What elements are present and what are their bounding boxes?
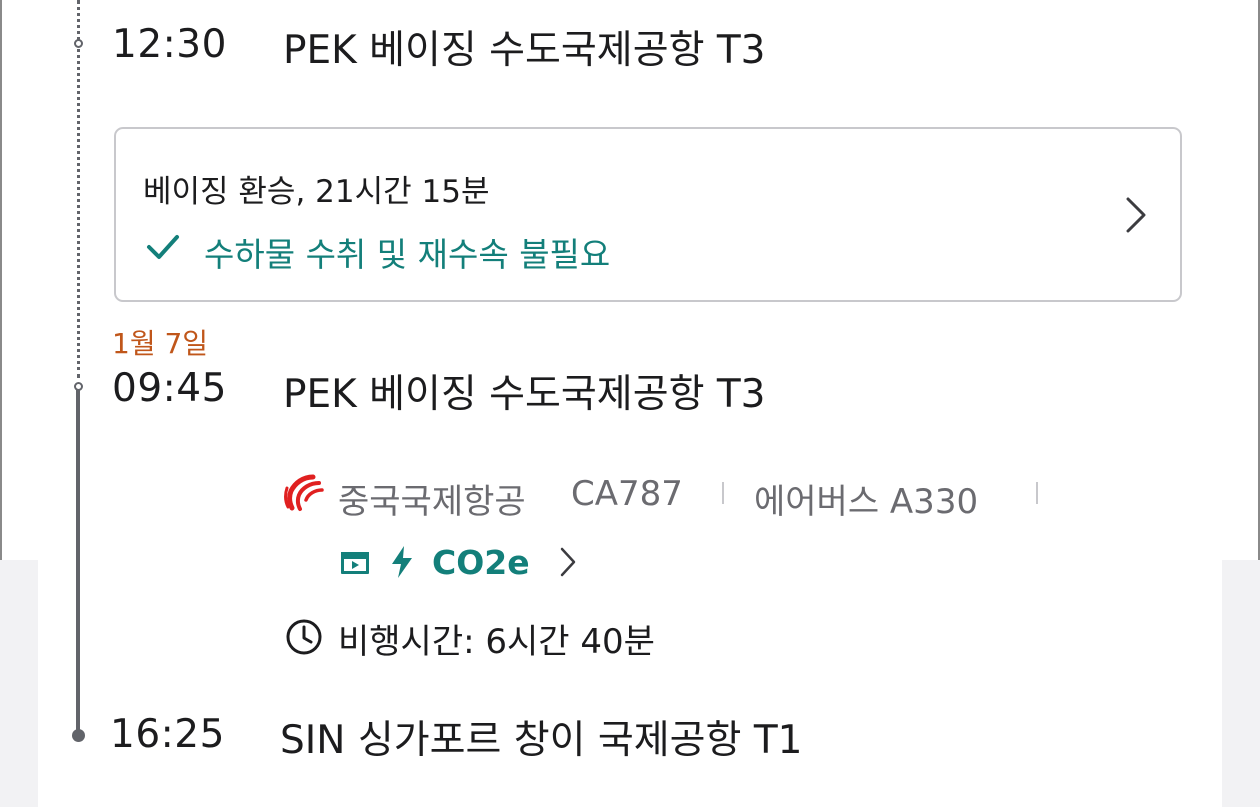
flight-number: CA787: [571, 474, 683, 514]
connection-card[interactable]: 베이징 환승, 21시간 15분 수하물 수취 및 재수속 불필요: [114, 127, 1182, 302]
arrival-airport: PEK 베이징 수도국제공항 T3: [283, 28, 766, 73]
air-china-logo-icon: [284, 474, 324, 511]
timeline-flight-solid: [76, 390, 80, 734]
bottom-background: [0, 560, 1260, 807]
aircraft-type: 에어버스 A330: [754, 482, 979, 522]
detail-separator: [1036, 482, 1038, 504]
left-edge-divider: [0, 0, 2, 560]
date-label: 1월 7일: [112, 327, 209, 360]
co2-emissions-link[interactable]: CO2e: [432, 543, 530, 582]
flight-duration: 비행시간: 6시간 40분: [338, 622, 655, 662]
connection-title: 베이징 환승, 21시간 15분: [143, 174, 490, 210]
chevron-right-icon: [1126, 197, 1146, 233]
final-arrival-airport: SIN 싱가포르 창이 국제공항 T1: [280, 718, 803, 763]
chevron-right-icon[interactable]: [558, 545, 578, 579]
timeline-node-departure: [74, 382, 83, 391]
check-icon: [147, 235, 179, 259]
timeline-node-final-arrival: [72, 729, 85, 742]
timeline-layover-dotted: [77, 0, 80, 378]
clock-icon: [286, 619, 322, 655]
arrival-time: 12:30: [112, 22, 227, 67]
detail-separator: [722, 482, 724, 504]
airline-name: 중국국제항공: [338, 482, 526, 522]
entertainment-icon: [341, 552, 369, 574]
departure-airport: PEK 베이징 수도국제공항 T3: [283, 372, 766, 417]
baggage-note: 수하물 수취 및 재수속 불필요: [204, 235, 611, 274]
timeline-node-arrival: [74, 39, 83, 48]
final-arrival-time: 16:25: [110, 712, 225, 757]
power-icon: [392, 546, 412, 578]
departure-time: 09:45: [112, 366, 227, 411]
